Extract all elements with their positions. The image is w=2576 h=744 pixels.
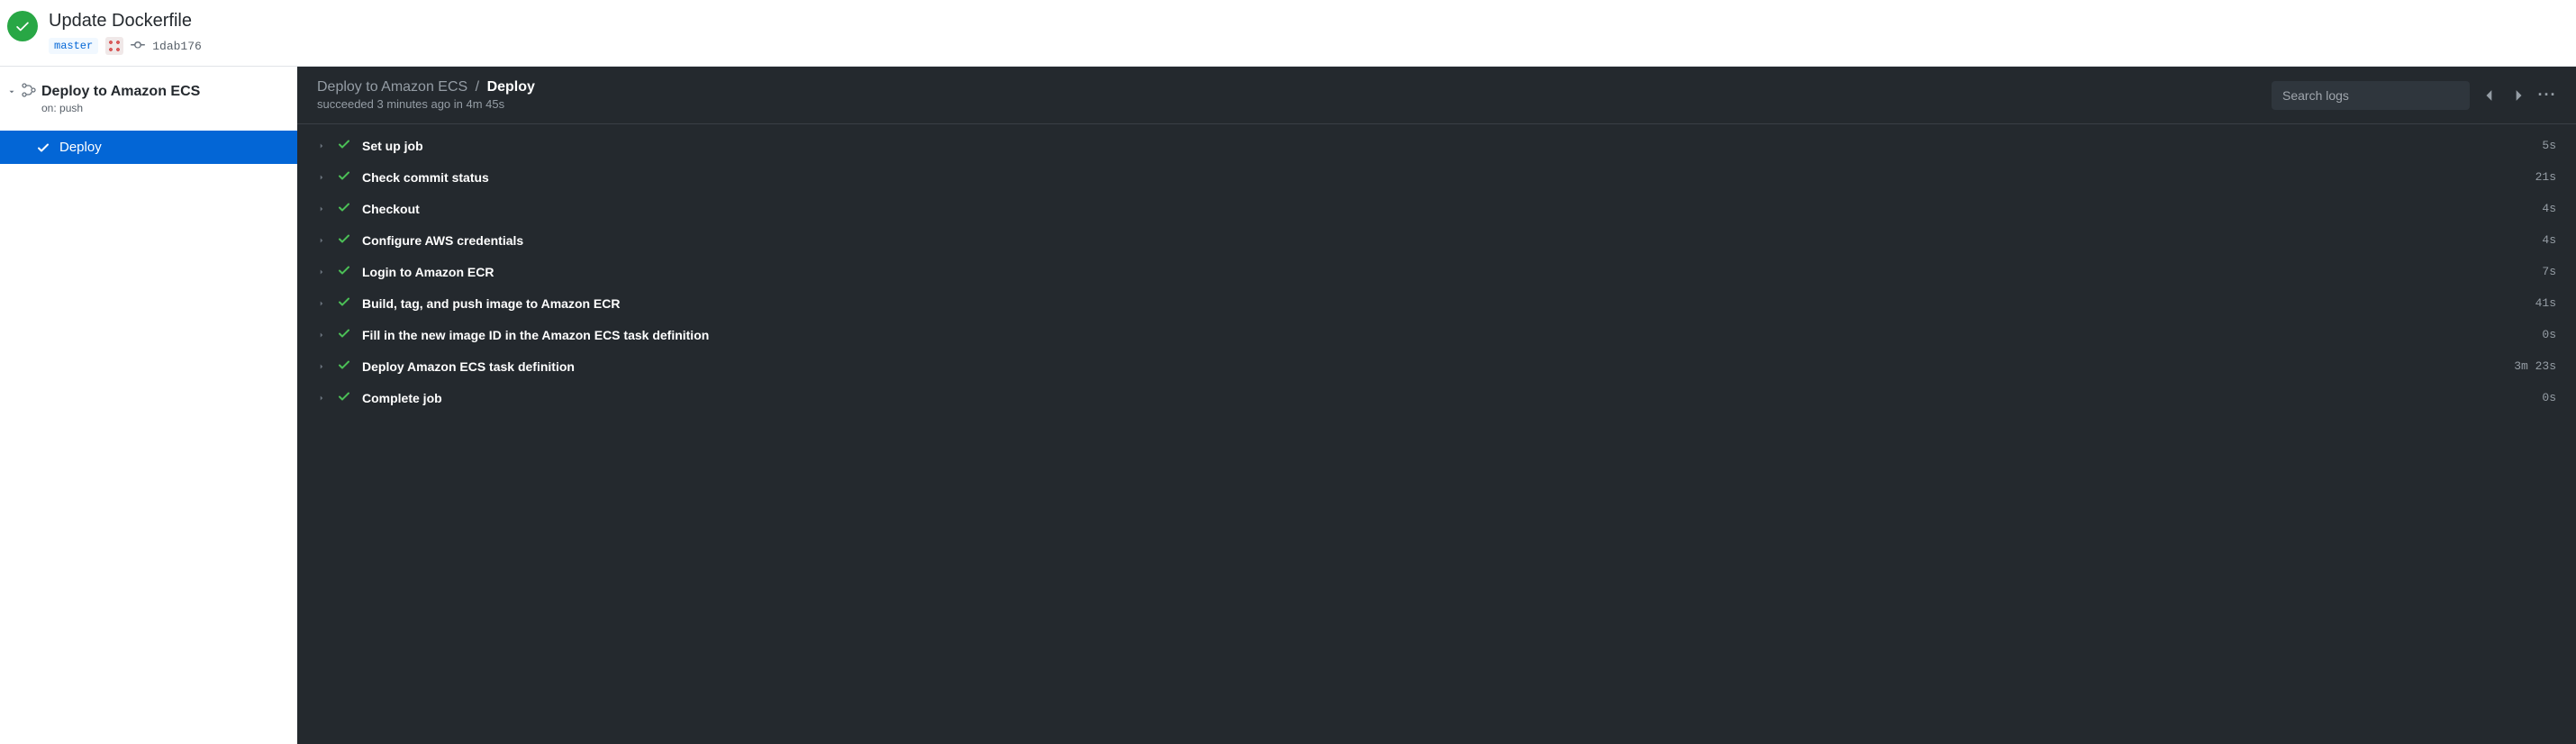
commit-meta: master 1dab176: [49, 37, 202, 55]
step-row[interactable]: Build, tag, and push image to Amazon ECR…: [297, 287, 2576, 319]
commit-title: Update Dockerfile: [49, 11, 202, 32]
check-icon: [337, 137, 351, 154]
breadcrumb-separator: /: [476, 79, 479, 95]
workflow-sidebar: Deploy to Amazon ECS on: push Deploy: [0, 67, 297, 744]
run-status: succeeded 3 minutes ago in 4m 45s: [317, 97, 535, 111]
step-name: Fill in the new image ID in the Amazon E…: [362, 328, 2531, 342]
step-row[interactable]: Login to Amazon ECR 7s: [297, 256, 2576, 287]
chevron-right-icon: [317, 296, 326, 311]
step-row[interactable]: Fill in the new image ID in the Amazon E…: [297, 319, 2576, 350]
log-header: Deploy to Amazon ECS / Deploy succeeded …: [297, 67, 2576, 124]
step-row[interactable]: Configure AWS credentials 4s: [297, 224, 2576, 256]
chevron-right-icon: [317, 391, 326, 405]
prev-arrow-icon[interactable]: [2481, 86, 2499, 104]
workflow-name: Deploy to Amazon ECS: [41, 84, 200, 100]
commit-sha[interactable]: 1dab176: [152, 40, 202, 53]
check-icon: [36, 141, 50, 155]
check-icon: [337, 231, 351, 249]
step-row[interactable]: Deploy Amazon ECS task definition 3m 23s: [297, 350, 2576, 382]
step-duration: 4s: [2542, 233, 2556, 247]
workflow-icon: [22, 83, 36, 100]
step-duration: 0s: [2542, 391, 2556, 404]
step-name: Check commit status: [362, 170, 2525, 185]
check-icon: [337, 168, 351, 186]
breadcrumb: Deploy to Amazon ECS / Deploy: [317, 79, 535, 95]
workflow-item[interactable]: Deploy to Amazon ECS on: push: [0, 77, 297, 120]
next-arrow-icon[interactable]: [2509, 86, 2527, 104]
chevron-right-icon: [317, 202, 326, 216]
step-row[interactable]: Complete job 0s: [297, 382, 2576, 413]
chevron-right-icon: [317, 265, 326, 279]
chevron-right-icon: [317, 170, 326, 185]
log-pane: Deploy to Amazon ECS / Deploy succeeded …: [297, 67, 2576, 744]
steps-list: Set up job 5s Check commit status 21s Ch…: [297, 124, 2576, 419]
step-duration: 41s: [2535, 296, 2556, 310]
check-icon: [337, 263, 351, 280]
avatar[interactable]: [105, 37, 123, 55]
step-duration: 3m 23s: [2514, 359, 2556, 373]
commit-icon: [131, 38, 145, 55]
step-name: Checkout: [362, 202, 2531, 216]
chevron-right-icon: [317, 139, 326, 153]
check-icon: [337, 358, 351, 375]
step-duration: 7s: [2542, 265, 2556, 278]
chevron-right-icon: [317, 328, 326, 342]
step-name: Build, tag, and push image to Amazon ECR: [362, 296, 2525, 311]
kebab-menu-icon[interactable]: ···: [2538, 86, 2556, 104]
step-row[interactable]: Set up job 5s: [297, 130, 2576, 161]
sidebar-job-deploy[interactable]: Deploy: [0, 131, 297, 164]
overall-status-icon: [7, 11, 38, 41]
page-header: Update Dockerfile master 1dab176: [0, 0, 2576, 67]
step-duration: 5s: [2542, 139, 2556, 152]
step-name: Complete job: [362, 391, 2531, 405]
search-input[interactable]: [2272, 81, 2470, 110]
step-name: Login to Amazon ECR: [362, 265, 2531, 279]
chevron-right-icon: [317, 233, 326, 248]
breadcrumb-workflow[interactable]: Deploy to Amazon ECS: [317, 79, 467, 95]
workflow-trigger: on: push: [41, 102, 290, 114]
check-icon: [337, 326, 351, 343]
step-name: Configure AWS credentials: [362, 233, 2531, 248]
step-row[interactable]: Checkout 4s: [297, 193, 2576, 224]
breadcrumb-job: Deploy: [487, 79, 535, 95]
branch-badge[interactable]: master: [49, 38, 98, 54]
step-name: Set up job: [362, 139, 2531, 153]
step-row[interactable]: Check commit status 21s: [297, 161, 2576, 193]
check-icon: [337, 200, 351, 217]
check-icon: [337, 389, 351, 406]
step-duration: 21s: [2535, 170, 2556, 184]
chevron-right-icon: [317, 359, 326, 374]
step-duration: 0s: [2542, 328, 2556, 341]
sidebar-job-label: Deploy: [59, 140, 102, 155]
step-name: Deploy Amazon ECS task definition: [362, 359, 2503, 374]
step-duration: 4s: [2542, 202, 2556, 215]
check-icon: [337, 295, 351, 312]
chevron-down-icon[interactable]: [7, 85, 16, 99]
